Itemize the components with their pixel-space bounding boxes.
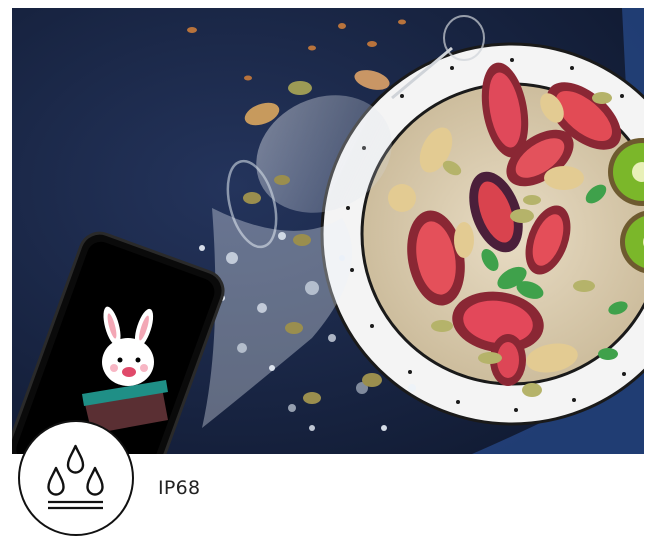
feature-label: IP68 bbox=[158, 477, 201, 499]
feature-card: IP68 bbox=[0, 0, 656, 536]
product-photo bbox=[12, 8, 644, 454]
water-resistance-badge bbox=[18, 420, 134, 536]
water-drops-icon bbox=[47, 444, 104, 510]
